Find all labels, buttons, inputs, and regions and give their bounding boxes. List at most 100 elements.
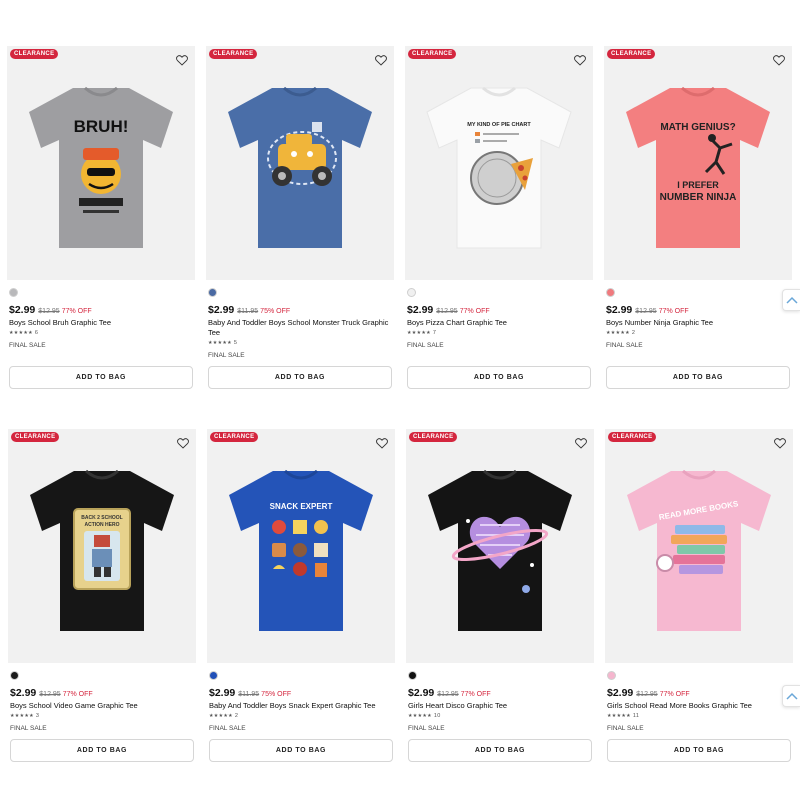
product-name[interactable]: Boys School Video Game Graphic Tee [10,701,196,711]
original-price: $12.95 [436,308,458,315]
product-image[interactable]: CLEARANCE BACK 2 SCHOOL ACTION HERO [8,429,196,663]
clearance-badge: CLEARANCE [210,432,259,442]
heart-outline-icon[interactable] [574,436,588,450]
final-sale-label: FINAL SALE [606,342,643,349]
product-image[interactable]: CLEARANCE SNACK EXPERT [207,429,395,663]
product-image[interactable]: CLEARANCE [206,46,394,280]
price-row: $2.99 $12.95 77% OFF [407,300,490,318]
review-count: 6 [34,330,39,336]
heart-outline-icon[interactable] [176,436,190,450]
price-row: $2.99 $11.95 75% OFF [208,300,290,318]
sale-price: $2.99 [10,687,37,699]
product-name[interactable]: Boys School Bruh Graphic Tee [9,318,195,328]
tee-graphic: MATH GENIUS? I PREFER NUMBER NINJA [626,86,770,248]
add-to-bag-button[interactable]: ADD TO BAG [606,366,790,389]
original-price: $11.95 [237,308,259,315]
product-image[interactable]: CLEARANCE [406,429,594,663]
tee-graphic [228,86,372,248]
heart-outline-icon[interactable] [773,436,787,450]
review-count: 11 [632,713,640,719]
clearance-badge: CLEARANCE [607,49,656,59]
sale-price: $2.99 [606,304,633,316]
star-rating: ★★★★★ 6 [9,330,39,336]
heart-outline-icon[interactable] [375,436,389,450]
heart-outline-icon[interactable] [175,53,189,67]
product-image[interactable]: CLEARANCE BRUH! [7,46,195,280]
sale-price: $2.99 [408,687,435,699]
review-count: 3 [35,713,40,719]
product-image[interactable]: CLEARANCE MATH GENIUS? I PREFER NUMBER N… [604,46,792,280]
color-swatch[interactable] [208,288,217,297]
color-swatch[interactable] [10,671,19,680]
product-image[interactable]: CLEARANCE MY KIND OF PIE CHART [405,46,593,280]
tee-graphic: MY KIND OF PIE CHART [426,86,572,249]
tee-print-text: MY KIND OF PIE CHART [467,122,531,128]
clearance-badge: CLEARANCE [409,432,458,442]
add-to-bag-button[interactable]: ADD TO BAG [209,739,393,762]
add-to-bag-button[interactable]: ADD TO BAG [607,739,791,762]
clearance-badge: CLEARANCE [209,49,258,59]
sale-price: $2.99 [607,687,634,699]
review-count: 10 [433,713,441,719]
original-price: $12.95 [636,691,658,698]
review-count: 2 [234,713,239,719]
chevron-up-icon [786,692,798,700]
tee-graphic: BRUH! [29,86,173,248]
sale-price: $2.99 [407,304,434,316]
svg-text:ACTION HERO: ACTION HERO [85,522,120,528]
color-swatch[interactable] [607,671,616,680]
clearance-badge: CLEARANCE [408,49,457,59]
color-swatch[interactable] [408,671,417,680]
original-price: $12.95 [635,308,657,315]
color-swatch[interactable] [209,671,218,680]
price-row: $2.99 $12.95 77% OFF [9,300,92,318]
price-row: $2.99 $12.95 77% OFF [408,683,491,701]
clearance-badge: CLEARANCE [10,49,59,59]
price-row: $2.99 $12.95 77% OFF [10,683,93,701]
original-price: $12.95 [39,691,61,698]
heart-outline-icon[interactable] [573,53,587,67]
scroll-to-top-button[interactable] [782,289,800,311]
final-sale-label: FINAL SALE [208,352,245,359]
color-swatch[interactable] [407,288,416,297]
tee-graphic: SNACK EXPERT [229,469,373,631]
product-name[interactable]: Girls School Read More Books Graphic Tee [607,701,793,711]
sale-price: $2.99 [9,304,36,316]
star-rating: ★★★★★ 11 [607,713,640,719]
add-to-bag-button[interactable]: ADD TO BAG [407,366,591,389]
star-rating: ★★★★★ 2 [209,713,239,719]
svg-text:NUMBER NINJA: NUMBER NINJA [660,192,737,203]
add-to-bag-button[interactable]: ADD TO BAG [10,739,194,762]
heart-outline-icon[interactable] [772,53,786,67]
clearance-badge: CLEARANCE [608,432,657,442]
product-grid: CLEARANCE BRUH! $2.99 $12.95 77% OFF Boys … [0,0,800,800]
product-name[interactable]: Baby And Toddler Boys Snack Expert Graph… [209,701,395,711]
discount-label: 77% OFF [61,308,92,315]
product-image[interactable]: CLEARANCE READ MORE BOOKS [605,429,793,663]
tee-print-text: SNACK EXPERT [270,502,333,511]
color-swatch[interactable] [606,288,615,297]
final-sale-label: FINAL SALE [9,342,46,349]
final-sale-label: FINAL SALE [607,725,644,732]
product-name[interactable]: Girls Heart Disco Graphic Tee [408,701,594,711]
original-price: $12.95 [437,691,459,698]
scroll-to-top-button[interactable] [782,685,800,707]
add-to-bag-button[interactable]: ADD TO BAG [208,366,392,389]
star-rating: ★★★★★ 7 [407,330,437,336]
discount-label: 77% OFF [659,691,690,698]
price-row: $2.99 $11.95 75% OFF [209,683,291,701]
product-name[interactable]: Boys Number Ninja Graphic Tee [606,318,792,328]
price-row: $2.99 $12.95 77% OFF [606,300,689,318]
add-to-bag-button[interactable]: ADD TO BAG [9,366,193,389]
svg-text:MATH GENIUS?: MATH GENIUS? [660,122,735,133]
color-swatch[interactable] [9,288,18,297]
discount-label: 77% OFF [459,308,490,315]
review-count: 5 [233,340,238,346]
product-name[interactable]: Boys Pizza Chart Graphic Tee [407,318,593,328]
heart-outline-icon[interactable] [374,53,388,67]
star-rating: ★★★★★ 10 [408,713,441,719]
final-sale-label: FINAL SALE [407,342,444,349]
discount-label: 77% OFF [658,308,689,315]
add-to-bag-button[interactable]: ADD TO BAG [408,739,592,762]
product-name[interactable]: Baby And Toddler Boys School Monster Tru… [208,318,394,338]
